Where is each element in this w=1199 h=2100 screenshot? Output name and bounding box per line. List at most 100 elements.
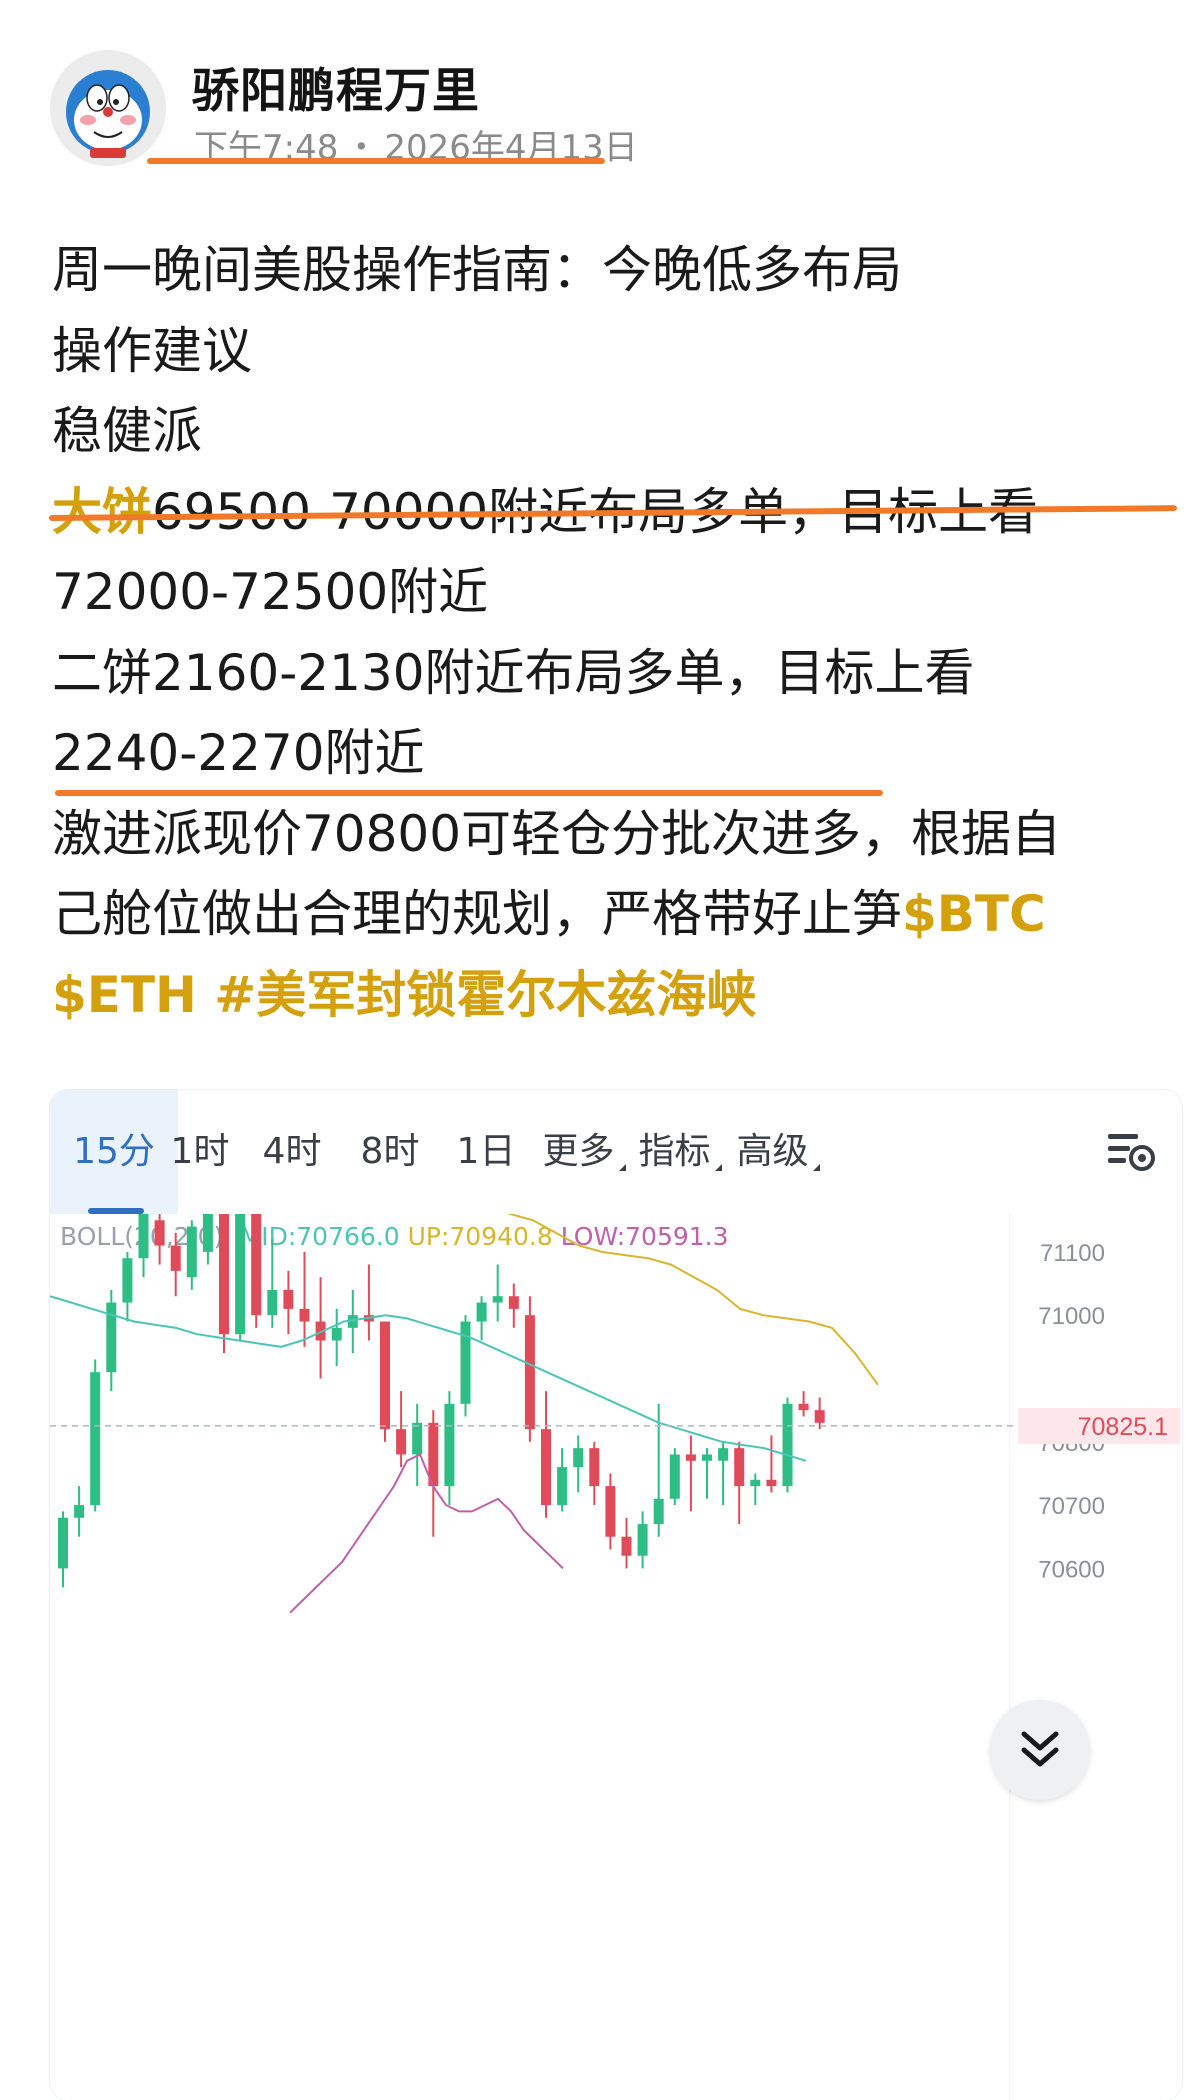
y-tick-label: 70600	[1038, 1556, 1105, 1583]
candle-down	[605, 1486, 616, 1537]
candle-down	[219, 1214, 229, 1335]
candle-down	[621, 1536, 632, 1556]
candle-down	[396, 1429, 407, 1455]
candle-up	[235, 1214, 246, 1335]
candle-down	[685, 1454, 696, 1461]
avatar[interactable]	[50, 50, 166, 166]
post-highlight-text[interactable]: $BTC	[902, 885, 1046, 943]
candle-down	[798, 1403, 809, 1411]
doraemon-avatar-image	[50, 50, 166, 166]
post-highlight-text[interactable]: 大饼	[52, 483, 152, 541]
author-name[interactable]: 骄阳鹏程万里	[192, 52, 480, 121]
candle-up	[138, 1214, 149, 1259]
y-tick-label: 71000	[1038, 1303, 1105, 1330]
candle-down	[766, 1479, 777, 1487]
candle-down	[154, 1220, 165, 1246]
kline-chart-card: 15分1时4时8时1日更多指标高级 BOLL(20,2.0): MID:7076…	[50, 1090, 1182, 2100]
candle-up	[476, 1302, 487, 1322]
kline-chart[interactable]: 7140071300712007110071000708007070070600…	[50, 1214, 1182, 2100]
post-text: 激进派现价70800可轻仓分批次进多，根据自	[52, 804, 1062, 863]
post-text: 2240-2270附近	[52, 724, 425, 782]
tab-3[interactable]: 8时	[342, 1090, 438, 1214]
tab-label: 8时	[360, 1131, 420, 1172]
post-text: 二饼2160-2130附近布局多单，目标上看	[52, 643, 975, 702]
candle-down	[814, 1410, 825, 1423]
candle-up	[58, 1517, 68, 1569]
candle-down	[734, 1448, 745, 1487]
candle-up	[637, 1524, 648, 1556]
candle-up	[460, 1321, 471, 1404]
tab-label: 1时	[170, 1131, 230, 1172]
chart-settings-icon[interactable]	[1106, 1128, 1158, 1176]
post-line: 周一晚间美股操作指南：今晚低多布局	[52, 230, 1172, 311]
post-line: 72000-72500附近	[52, 552, 1172, 633]
candle-up	[412, 1422, 423, 1455]
post-text: 72000-72500附近	[52, 563, 489, 621]
candle-up	[669, 1454, 680, 1499]
candle-down	[589, 1448, 600, 1487]
timeframe-tabs: 15分 1时 4时 8时 1日 更多 指标 高级	[50, 1090, 1182, 1214]
candle-up	[331, 1327, 342, 1341]
post-line: 2240-2270附近	[52, 713, 1172, 794]
post-text: 己舱位做出合理的规划，严格带好止笋	[52, 885, 902, 943]
candle-down	[508, 1296, 519, 1309]
tab-label: 15分	[73, 1131, 155, 1172]
underline-annotation-aggressive	[55, 790, 883, 796]
candle-up	[267, 1289, 278, 1316]
candle-up	[750, 1479, 761, 1487]
tab-4[interactable]: 1日	[438, 1090, 534, 1214]
tab-label: 更多	[542, 1131, 615, 1172]
candle-down	[524, 1315, 535, 1430]
tab-label: 高级	[736, 1131, 809, 1172]
candle-down	[299, 1308, 310, 1322]
candle-up	[718, 1448, 729, 1461]
candle-down	[380, 1321, 390, 1430]
tab-label: 4时	[262, 1131, 322, 1172]
candle-up	[492, 1296, 503, 1303]
post-line: 激进派现价70800可轻仓分批次进多，根据自	[52, 794, 1172, 875]
candle-up	[90, 1372, 101, 1506]
tab-7[interactable]: 高级	[730, 1090, 826, 1214]
post-line: $ETH #美军封锁霍尔木兹海峡	[52, 955, 1172, 1036]
candle-up	[74, 1505, 85, 1518]
tab-6[interactable]: 指标	[630, 1090, 730, 1214]
caret-icon	[714, 1164, 722, 1171]
tab-label: 指标	[638, 1131, 711, 1172]
candle-down	[283, 1289, 294, 1309]
y-tick-label: 70700	[1038, 1493, 1105, 1520]
tab-label: 1日	[456, 1131, 516, 1172]
post-text: 周一晚间美股操作指南：今晚低多布局	[52, 241, 902, 299]
candle-up	[702, 1454, 712, 1461]
tab-1[interactable]: 1时	[150, 1090, 250, 1214]
boll-lower-line	[289, 1453, 564, 1614]
double-chevron-down-icon	[1021, 1731, 1059, 1767]
candle-down	[541, 1429, 551, 1506]
candle-up	[782, 1403, 793, 1487]
boll-mid-line	[50, 1295, 807, 1462]
candle-up	[573, 1448, 584, 1468]
post-highlight-text[interactable]: $ETH #美军封锁霍尔木兹海峡	[52, 966, 756, 1024]
caret-icon	[618, 1164, 626, 1171]
post-line: 稳健派	[52, 391, 1172, 472]
tab-2[interactable]: 4时	[244, 1090, 340, 1214]
underline-annotation-date	[147, 158, 605, 164]
tab-5[interactable]: 更多	[534, 1090, 634, 1214]
post-text: 稳健派	[52, 402, 202, 460]
candle-down	[170, 1245, 181, 1271]
candle-up	[122, 1258, 133, 1303]
y-tick-label: 71100	[1040, 1240, 1105, 1267]
post-line: 操作建议	[52, 311, 1172, 392]
candle-up	[444, 1403, 455, 1487]
post-text: 操作建议	[52, 321, 252, 380]
candle-up	[653, 1498, 664, 1525]
candle-down	[251, 1214, 262, 1316]
post-body: 周一晚间美股操作指南：今晚低多布局 操作建议 稳健派 大饼69500-70000附近布…	[52, 230, 1172, 1035]
candle-up	[557, 1467, 568, 1506]
post-line: 二饼2160-2130附近布局多单，目标上看	[52, 633, 1172, 714]
current-price-label: 70825.1	[1078, 1413, 1168, 1441]
candle-up	[202, 1214, 213, 1252]
scroll-down-button[interactable]	[990, 1700, 1090, 1800]
caret-icon	[812, 1164, 820, 1171]
candle-up	[186, 1226, 197, 1278]
post-line: 己舱位做出合理的规划，严格带好止笋$BTC	[52, 874, 1172, 955]
